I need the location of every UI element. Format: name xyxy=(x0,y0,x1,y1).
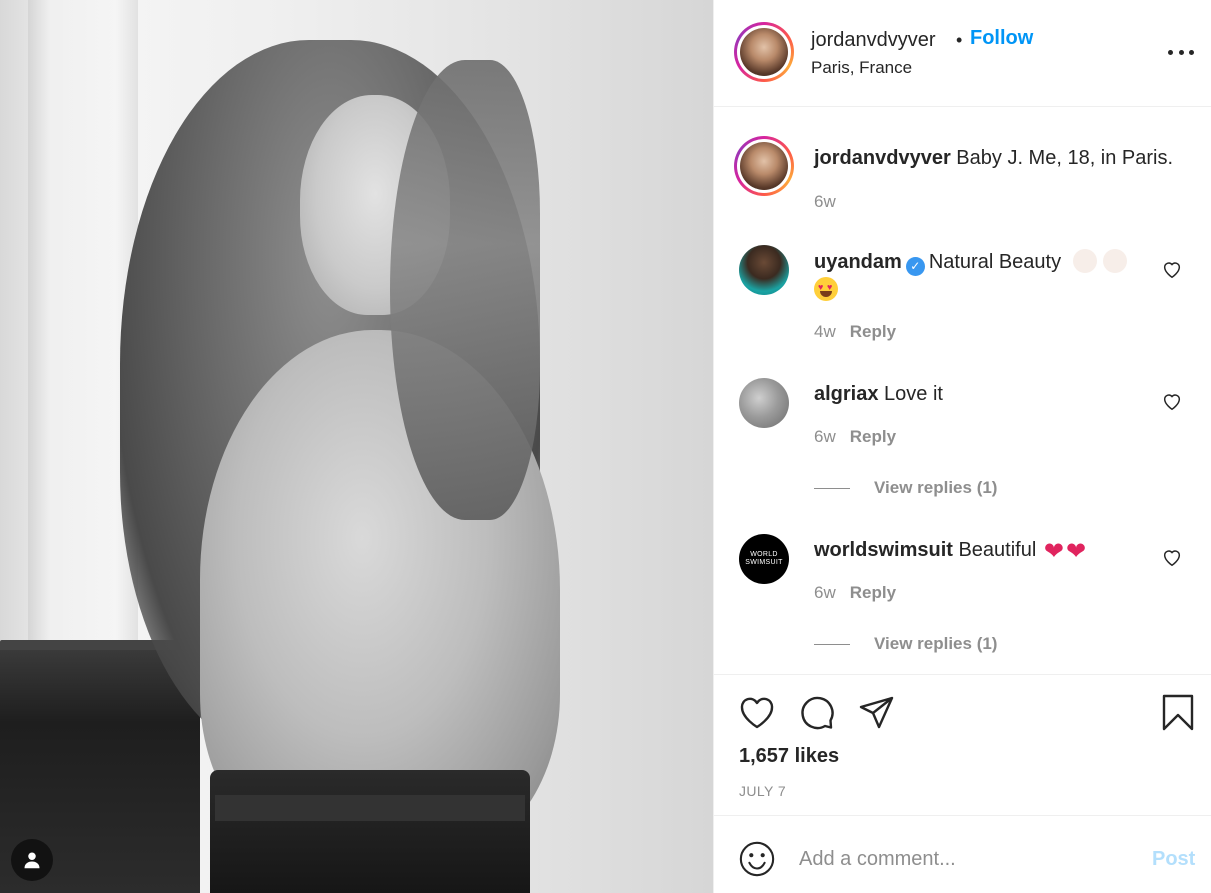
emoji-faded-icon xyxy=(1102,249,1127,273)
comment-text-line: worldswimsuit Beautiful ❤❤ xyxy=(814,536,1086,566)
post-location[interactable]: Paris, France xyxy=(811,58,912,78)
view-replies-line xyxy=(814,644,850,646)
add-comment-bar: Post xyxy=(714,815,1211,893)
comment-icon[interactable] xyxy=(797,693,837,733)
comment-time: 6w xyxy=(814,583,836,602)
follow-button[interactable]: Follow xyxy=(970,27,1033,50)
comment-like-heart-icon[interactable] xyxy=(1161,546,1183,568)
comment-input[interactable] xyxy=(799,842,1129,876)
comment-meta: 6w Reply xyxy=(814,583,896,603)
comment-like-heart-icon[interactable] xyxy=(1161,390,1183,412)
commenter-avatar[interactable] xyxy=(739,378,789,428)
comment-text: Beautiful xyxy=(958,539,1037,561)
share-icon[interactable] xyxy=(857,693,897,733)
photo-belt xyxy=(215,795,525,821)
comment-username[interactable]: uyandam xyxy=(814,251,902,273)
reply-button[interactable]: Reply xyxy=(850,427,896,446)
reply-button[interactable]: Reply xyxy=(850,322,896,341)
comment-meta: 6w Reply xyxy=(814,427,896,447)
emoji-faded-icon xyxy=(1072,249,1097,273)
comment-text-line: uyandam ✓ Natural Beauty ♥ ♥ xyxy=(814,248,1144,304)
view-replies-label: View replies (1) xyxy=(874,478,998,497)
more-options-icon[interactable] xyxy=(1168,41,1194,63)
caption-text-line: jordanvdvyver Baby J. Me, 18, in Paris. xyxy=(814,144,1173,172)
post-photo[interactable] xyxy=(0,0,713,893)
photo-trousers xyxy=(210,770,530,893)
comment-meta: 4w Reply xyxy=(814,322,896,342)
view-replies-button[interactable]: View replies (1) xyxy=(814,478,997,498)
post-sidebar: jordanvdvyver • Follow Paris, France jor… xyxy=(713,0,1211,893)
red-heart-emoji-icon: ❤ xyxy=(1043,538,1064,565)
header-separator: • xyxy=(956,30,963,50)
commenter-avatar[interactable]: WORLD SWIMSUIT xyxy=(739,534,789,584)
comment-time: 6w xyxy=(814,427,836,446)
heart-eyes-emoji-icon: ♥ ♥ xyxy=(814,277,838,301)
avatar-logo-text: SWIMSUIT xyxy=(745,559,783,566)
author-avatar[interactable] xyxy=(734,22,794,82)
caption-username[interactable]: jordanvdvyver xyxy=(814,147,951,169)
view-replies-line xyxy=(814,488,850,490)
comment-time: 4w xyxy=(814,322,836,341)
bookmark-icon[interactable] xyxy=(1158,693,1198,733)
view-replies-label: View replies (1) xyxy=(874,634,998,653)
comment-text: Natural Beauty xyxy=(928,251,1062,273)
caption-text: Baby J. Me, 18, in Paris. xyxy=(956,147,1174,169)
emoji-icon[interactable] xyxy=(738,840,776,878)
heart-icon[interactable] xyxy=(737,693,777,733)
comment-like-heart-icon[interactable] xyxy=(1161,258,1183,280)
post-header: jordanvdvyver • Follow Paris, France xyxy=(714,0,1211,107)
comment-username[interactable]: algriax xyxy=(814,383,878,405)
user-tag-icon[interactable] xyxy=(11,839,53,881)
avatar-logo-text: WORLD xyxy=(750,551,778,558)
photo-hair-front xyxy=(390,60,540,520)
post-comment-button[interactable]: Post xyxy=(1152,848,1195,871)
caption-time: 6w xyxy=(814,192,836,211)
reply-button[interactable]: Reply xyxy=(850,583,896,602)
view-replies-button[interactable]: View replies (1) xyxy=(814,634,997,654)
likes-count[interactable]: 1,657 likes xyxy=(739,745,839,768)
commenter-avatar[interactable] xyxy=(739,245,789,295)
red-heart-emoji-icon: ❤ xyxy=(1065,538,1087,565)
post-date: JULY 7 xyxy=(739,783,787,799)
comments-list[interactable]: jordanvdvyver Baby J. Me, 18, in Paris. … xyxy=(714,108,1211,674)
caption-avatar[interactable] xyxy=(734,136,794,196)
comment-text: Love it xyxy=(884,383,943,405)
comment-username[interactable]: worldswimsuit xyxy=(814,539,953,561)
verified-badge-icon: ✓ xyxy=(905,257,925,276)
comment-text-line: algriax Love it xyxy=(814,380,943,408)
author-username[interactable]: jordanvdvyver xyxy=(811,29,936,52)
post-actions: 1,657 likes JULY 7 xyxy=(714,674,1211,814)
